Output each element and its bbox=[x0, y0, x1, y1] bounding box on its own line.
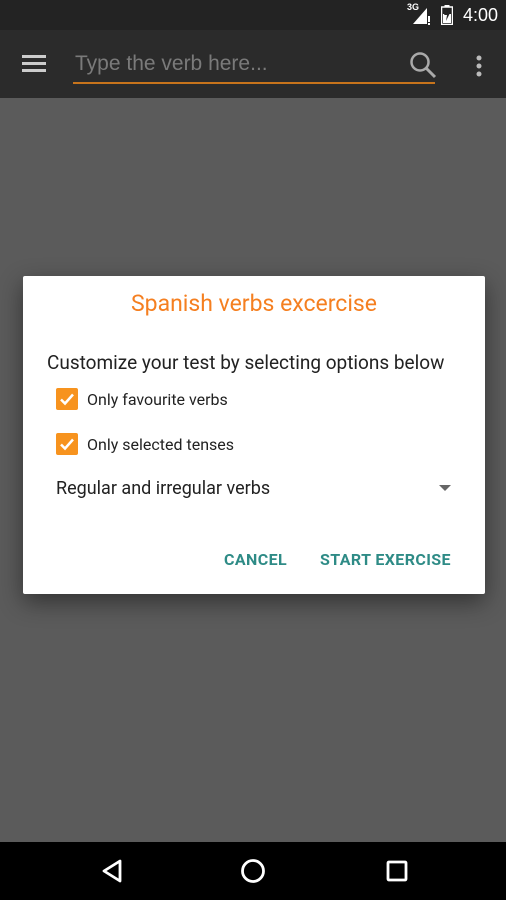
battery-icon bbox=[440, 5, 453, 25]
verb-type-dropdown[interactable]: Regular and irregular verbs bbox=[56, 472, 456, 504]
search-icon bbox=[410, 52, 437, 79]
navigation-bar bbox=[0, 842, 506, 900]
recents-square-icon bbox=[386, 860, 408, 882]
network-indicator: 3G bbox=[406, 2, 431, 26]
dialog-subtitle: Customize your test by selecting options… bbox=[47, 351, 445, 374]
verb-search-input[interactable] bbox=[73, 50, 435, 84]
selected-tenses-option[interactable]: Only selected tenses bbox=[56, 433, 234, 455]
nav-home-button[interactable] bbox=[238, 856, 268, 886]
menu-button[interactable] bbox=[22, 54, 48, 74]
nav-recents-button[interactable] bbox=[382, 856, 412, 886]
clock: 4:00 bbox=[462, 4, 498, 25]
status-icons: 3G 4:00 bbox=[407, 0, 498, 30]
app-toolbar bbox=[0, 30, 506, 98]
search-button[interactable] bbox=[408, 50, 438, 80]
checkmark-icon bbox=[60, 393, 74, 406]
back-triangle-icon bbox=[102, 859, 122, 883]
dialog-title: Spanish verbs excercise bbox=[131, 290, 377, 317]
favourite-verbs-option[interactable]: Only favourite verbs bbox=[56, 388, 228, 410]
network-type-label: 3G bbox=[406, 2, 419, 12]
status-bar: 3G 4:00 bbox=[0, 0, 506, 30]
selected-tenses-label: Only selected tenses bbox=[87, 434, 235, 454]
hamburger-menu-icon bbox=[22, 55, 46, 72]
favourite-verbs-checkbox[interactable] bbox=[56, 388, 78, 410]
overflow-menu-button[interactable] bbox=[470, 54, 488, 80]
cancel-button[interactable]: CANCEL bbox=[224, 550, 287, 569]
nav-back-button[interactable] bbox=[98, 856, 128, 886]
selected-tenses-checkbox[interactable] bbox=[56, 433, 78, 455]
dropdown-arrow-icon bbox=[439, 485, 451, 491]
exercise-dialog: Spanish verbs excercise Customize your t… bbox=[23, 276, 485, 594]
verb-type-value: Regular and irregular verbs bbox=[56, 477, 271, 499]
start-exercise-button[interactable]: START EXERCISE bbox=[320, 550, 451, 569]
more-vert-icon bbox=[476, 55, 482, 77]
favourite-verbs-label: Only favourite verbs bbox=[87, 389, 228, 409]
checkmark-icon bbox=[60, 438, 74, 451]
home-circle-icon bbox=[241, 859, 265, 883]
